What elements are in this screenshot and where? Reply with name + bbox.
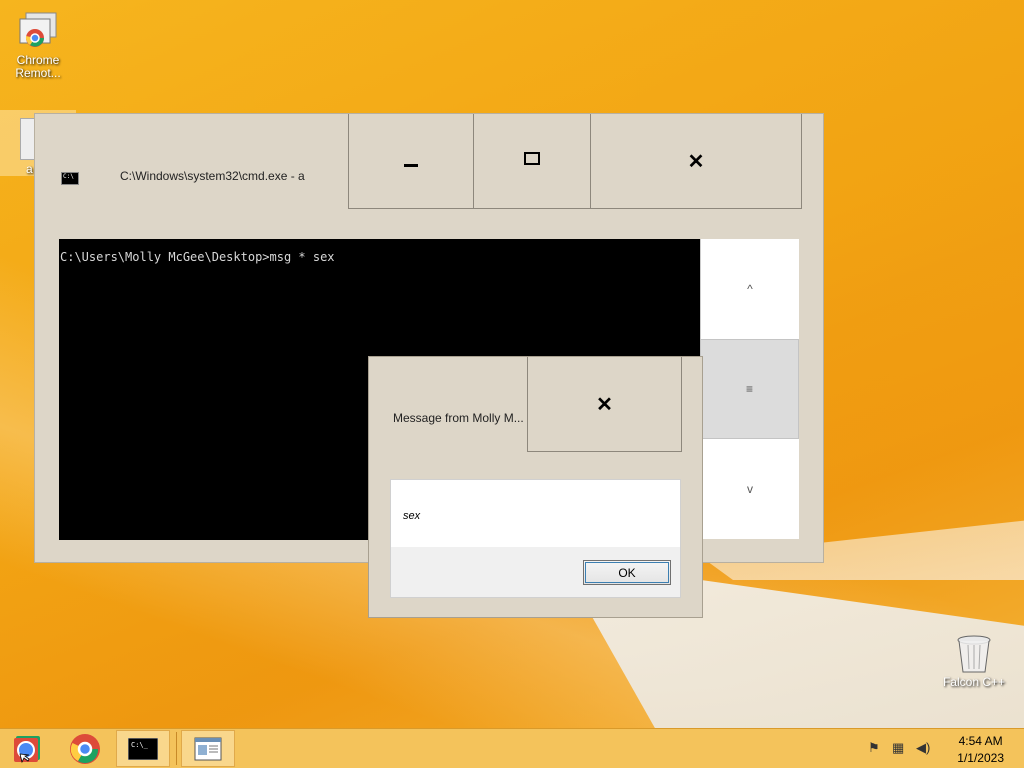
taskbar-app-window[interactable] [181,730,235,767]
cmd-icon: C:\_ [128,737,158,760]
chrome-icon [70,733,100,764]
desktop-icon-falcon[interactable]: Falcon C++ [938,632,1010,689]
close-icon: ✕ [596,393,613,416]
clock[interactable]: 4:54 AM 1/1/2023 [957,733,1004,767]
scrollbar-thumb[interactable]: ≡ [700,339,799,439]
grip-icon: ≡ [745,382,753,396]
desktop-icon-label: Falcon C++ [942,675,1006,689]
taskbar-chrome[interactable] [58,730,112,767]
recycle-bin-icon [952,632,996,673]
chrome-remote-desktop-icon [16,10,60,50]
message-dialog[interactable]: Message from Molly M... ✕ sex OK [368,356,703,618]
scroll-down-button[interactable]: v [700,439,799,539]
taskbar-separator [176,732,177,765]
clock-date: 1/1/2023 [957,751,1004,765]
window-title: C:\Windows\system32\cmd.exe - a [120,169,305,183]
ok-button[interactable]: OK [583,560,671,585]
minimize-button[interactable] [348,114,474,209]
maximize-button[interactable] [473,114,591,209]
scroll-up-button[interactable]: ^ [700,239,799,339]
maximize-icon [524,151,540,165]
taskbar-cmd[interactable]: C:\_ [116,730,170,767]
svg-text:C:\_: C:\_ [131,741,149,749]
close-button[interactable]: ✕ [590,114,802,209]
remote-desktop-icon [14,735,40,763]
minimize-icon [404,163,418,167]
desktop-icon-label: a [26,162,33,176]
clock-time: 4:54 AM [958,734,1003,748]
volume-icon[interactable]: ◀) [916,740,930,756]
taskbar: C:\_ ⚑ ▦ ◀) 4:54 AM 1/1/2023 [0,728,1024,768]
app-window-icon [194,737,222,760]
close-icon: ✕ [687,150,705,173]
chevron-up-icon: ^ [747,282,753,296]
dialog-message: sex [403,510,421,522]
taskbar-remote-desktop[interactable] [0,730,54,767]
ok-button-label: OK [618,565,636,580]
desktop-icon-label: Chrome Remot... [15,53,61,80]
dialog-title: Message from Molly M... [393,411,524,425]
dialog-close-button[interactable]: ✕ [527,357,682,452]
desktop-icon-chrome-remote[interactable]: Chrome Remot... [2,10,74,80]
cmd-icon: C:\ [61,172,79,185]
action-center-flag-icon[interactable]: ⚑ [868,740,880,756]
network-icon[interactable]: ▦ [892,740,904,756]
chevron-down-icon: v [747,482,753,496]
